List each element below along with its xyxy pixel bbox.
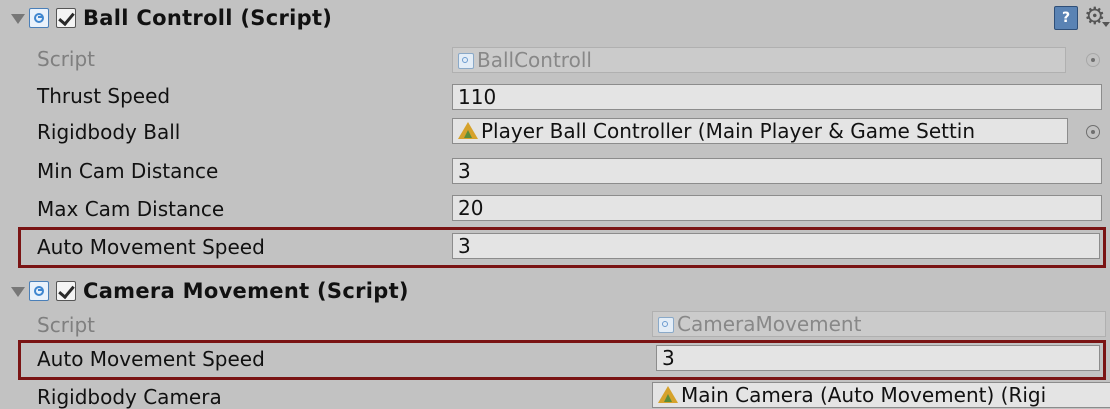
auto-movement-speed-input[interactable]: 3 <box>656 345 1100 371</box>
gameobject-icon <box>458 122 478 140</box>
component-title: Ball Controll (Script) <box>83 6 333 30</box>
gameobject-icon <box>658 386 678 404</box>
rigidbody-ball-value: Player Ball Controller (Main Player & Ga… <box>481 119 976 143</box>
field-label-thrust-speed: Thrust Speed <box>37 84 171 108</box>
object-picker-icon[interactable] <box>1086 125 1100 139</box>
max-cam-distance-input[interactable]: 20 <box>452 195 1102 221</box>
field-label-min-cam-distance: Min Cam Distance <box>37 159 219 183</box>
csharp-script-icon <box>29 281 49 301</box>
script-file-icon <box>458 53 474 69</box>
script-file-icon <box>658 317 674 333</box>
auto-movement-speed-input[interactable]: 3 <box>452 233 1100 259</box>
rigidbody-camera-field[interactable]: Main Camera (Auto Movement) (Rigi <box>652 382 1110 408</box>
script-field-value: CameraMovement <box>677 312 862 336</box>
field-label-auto-movement-speed: Auto Movement Speed <box>37 347 265 371</box>
min-cam-distance-input[interactable]: 3 <box>452 158 1102 184</box>
field-label-rigidbody-camera: Rigidbody Camera <box>37 385 222 409</box>
thrust-speed-input[interactable]: 110 <box>452 84 1102 110</box>
chevron-down-icon <box>1102 22 1110 27</box>
foldout-arrow-icon[interactable] <box>11 14 25 24</box>
enabled-checkbox[interactable] <box>56 8 76 28</box>
script-field: CameraMovement <box>652 311 1106 337</box>
field-label-rigidbody-ball: Rigidbody Ball <box>37 120 181 144</box>
field-label-max-cam-distance: Max Cam Distance <box>37 197 225 221</box>
field-label-script: Script <box>37 313 96 337</box>
foldout-arrow-icon[interactable] <box>11 287 25 297</box>
field-label-auto-movement-speed: Auto Movement Speed <box>37 235 265 259</box>
csharp-script-icon <box>29 8 49 28</box>
component-title: Camera Movement (Script) <box>83 279 409 303</box>
script-field: BallControll <box>452 47 1066 73</box>
rigidbody-ball-field[interactable]: Player Ball Controller (Main Player & Ga… <box>452 118 1068 144</box>
enabled-checkbox[interactable] <box>56 281 76 301</box>
object-picker-icon[interactable] <box>1086 53 1100 67</box>
rigidbody-camera-value: Main Camera (Auto Movement) (Rigi <box>681 383 1047 407</box>
field-label-script: Script <box>37 47 96 71</box>
help-icon[interactable]: ? <box>1054 6 1078 30</box>
script-field-value: BallControll <box>477 48 592 72</box>
